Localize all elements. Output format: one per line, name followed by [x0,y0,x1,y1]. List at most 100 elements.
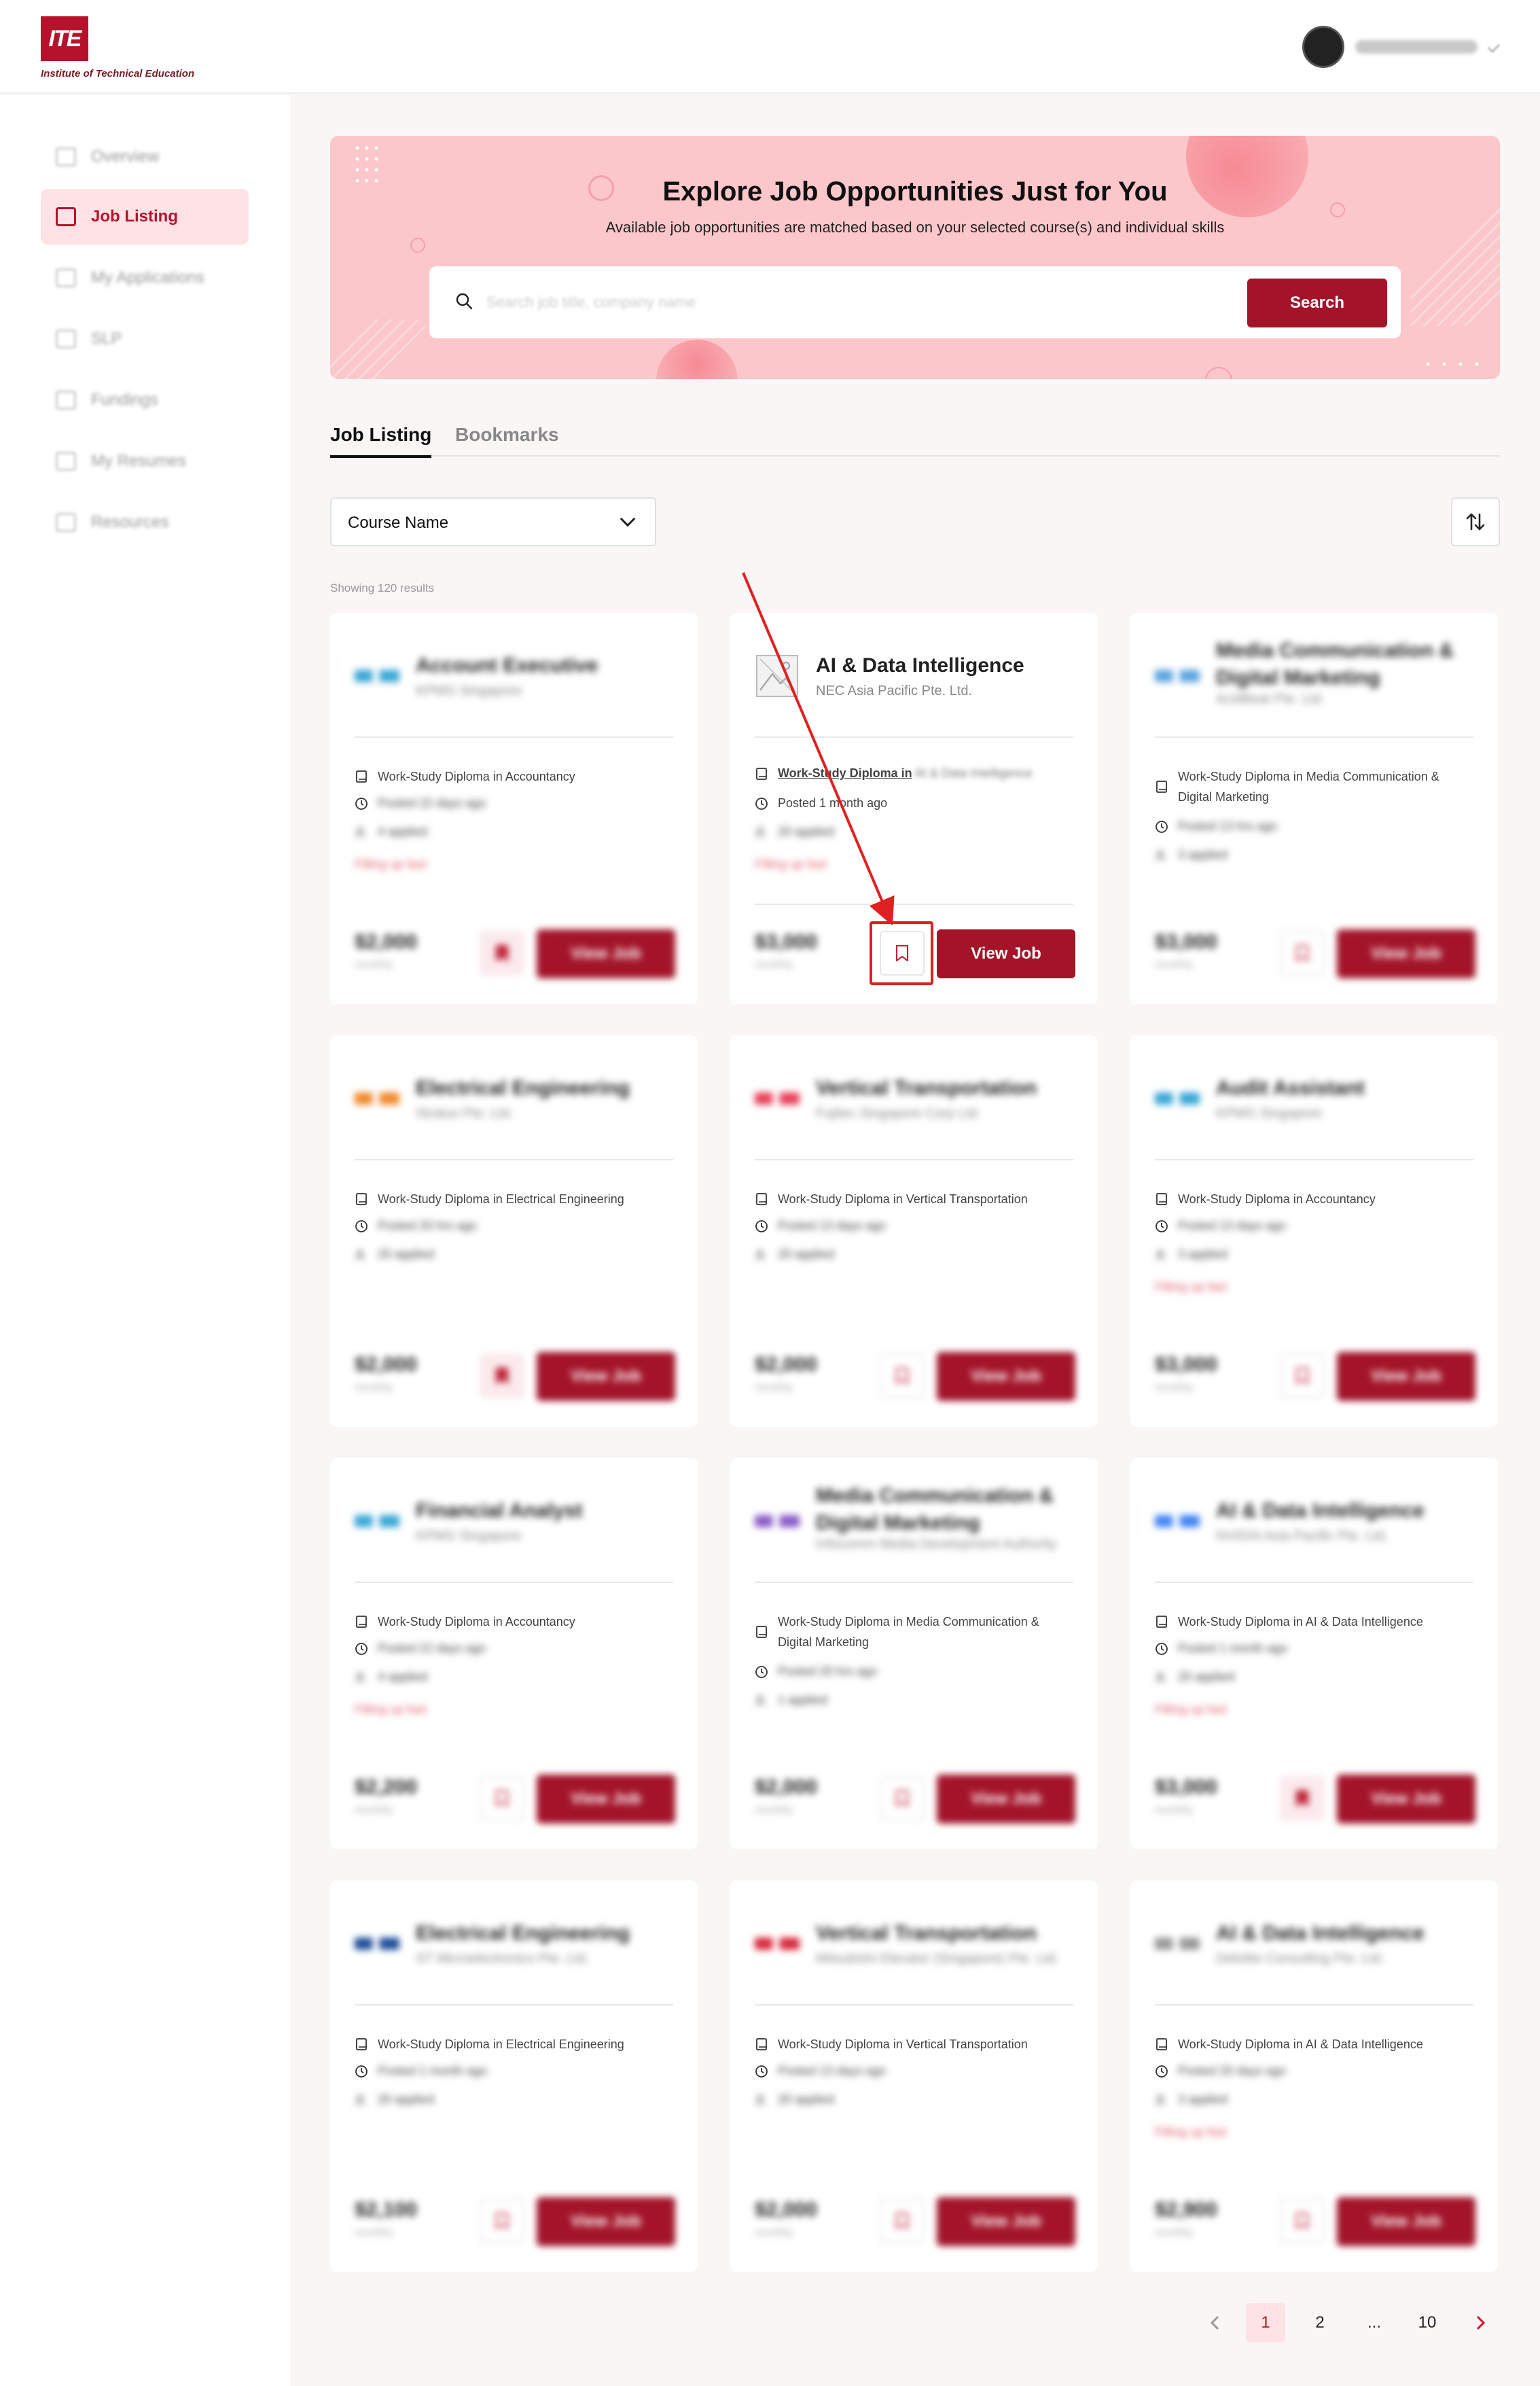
bookmark-button[interactable] [480,1353,524,1398]
job-card[interactable]: Account Executive KPMG Singapore Work-St… [330,613,698,1004]
sort-button[interactable] [1451,497,1500,546]
job-card[interactable]: AI & Data Intelligence Deloitte Consulti… [1130,1881,1498,2272]
applied-row: 20 applied [355,2093,434,2107]
job-title[interactable]: AI & Data Intelligence [816,652,1081,679]
clock-icon [1156,1219,1168,1232]
next-page-button[interactable] [1461,2303,1500,2343]
view-job-button[interactable]: View Job [937,929,1075,978]
job-card[interactable]: Electrical Engineering Stratus Pte. Ltd.… [330,1035,698,1427]
course-row: Work-Study Diploma in Accountancy [355,1612,663,1632]
bookmark-icon [1295,944,1309,962]
job-title[interactable]: AI & Data Intelligence [1216,1920,1481,1947]
view-job-button[interactable]: View Job [1337,929,1475,978]
page-1-button[interactable]: 1 [1246,2303,1285,2343]
job-title[interactable]: Financial Analyst [416,1497,681,1525]
bookmark-button[interactable] [1280,931,1325,976]
sidebar-item-fundings[interactable]: Fundings [41,372,249,428]
view-job-button[interactable]: View Job [537,2197,675,2246]
salary: $2,000 [355,1353,417,1376]
job-title[interactable]: Audit Assistant [1216,1075,1481,1102]
bookmark-button[interactable] [880,2198,925,2243]
job-title[interactable]: Vertical Transportation [816,1920,1081,1947]
search-button[interactable]: Search [1247,279,1387,327]
bookmark-button[interactable] [480,1776,524,1821]
company-logo [355,1515,399,1527]
view-job-button[interactable]: View Job [537,1352,675,1401]
bookmark-button[interactable] [880,1776,925,1821]
view-job-button[interactable]: View Job [1337,2197,1475,2246]
job-card[interactable]: Vertical Transportation Fujitec Singapor… [730,1035,1098,1427]
tab-bookmarks[interactable]: Bookmarks [455,424,559,455]
applied-count: 20 applied [778,2093,835,2106]
job-card[interactable]: Financial Analyst KPMG Singapore Work-St… [330,1458,698,1849]
posted-row: Posted 13 hrs ago [1155,819,1277,834]
card-divider [755,736,1073,738]
job-card[interactable]: Vertical Transportation Mitsubishi Eleva… [730,1881,1098,2272]
posted-time: Posted 13 days ago [778,2064,887,2078]
resume-icon [56,452,76,471]
job-title[interactable]: Electrical Engineering [416,1920,681,1947]
view-job-button[interactable]: View Job [537,929,675,978]
bookmark-button[interactable] [480,2198,524,2243]
sidebar-item-my-resumes[interactable]: My Resumes [41,433,249,489]
bookmark-button[interactable] [1280,1353,1325,1398]
search-input[interactable] [486,285,1166,319]
bookmark-button[interactable] [1280,2198,1325,2243]
sidebar-item-job-listing[interactable]: Job Listing [41,189,249,245]
ite-logo[interactable]: ITE Institute of Technical Education [39,15,243,83]
view-job-button[interactable]: View Job [937,2197,1075,2246]
prev-page-button[interactable] [1196,2303,1235,2343]
applicants-icon [755,1695,765,1705]
posted-row: Posted 1 month ago [755,796,887,811]
job-title[interactable]: Media Communication & Digital Marketing [1216,637,1481,692]
sidebar-item-slp[interactable]: SLP [41,311,249,367]
sidebar-item-resources[interactable]: Resources [41,495,249,550]
sidebar-item-overview[interactable]: Overview [41,129,249,185]
job-card[interactable]: Media Communication & Digital Marketing … [1130,613,1498,1004]
card-divider [355,1159,673,1160]
company-logo [1155,1515,1200,1527]
chevron-left-icon [1210,2315,1219,2330]
view-job-button[interactable]: View Job [537,1775,675,1823]
salary-unit: monthly [1155,1382,1194,1393]
sidebar-item-my-applications[interactable]: My Applications [41,250,249,306]
job-title[interactable]: Electrical Engineering [416,1075,681,1102]
course-book-icon [756,1193,767,1205]
course-book-icon [356,1193,367,1205]
course-book-icon [356,2038,367,2050]
page-2-button[interactable]: 2 [1300,2303,1340,2343]
job-card[interactable]: Audit Assistant KPMG Singapore Work-Stud… [1130,1035,1498,1427]
posted-row: Posted 22 days ago [355,796,486,811]
chevron-right-icon [1476,2315,1486,2330]
job-title[interactable]: AI & Data Intelligence [1216,1497,1481,1525]
course-row: Work-Study Diploma in AI & Data Intellig… [1155,1612,1463,1632]
page-10-button[interactable]: 10 [1408,2303,1447,2343]
view-job-button[interactable]: View Job [1337,1775,1475,1823]
hiring-status: Filling up fast [1155,1703,1228,1716]
view-job-button[interactable]: View Job [937,1775,1075,1823]
bookmark-button[interactable] [1280,1776,1325,1821]
course-name-dropdown[interactable]: Course Name [330,497,656,546]
job-card[interactable]: AI & Data Intelligence NVIDIA Asia Pacif… [1130,1458,1498,1849]
company-logo [1155,670,1200,682]
chevron-down-icon[interactable] [1487,40,1501,54]
posted-row: Posted 20 days ago [1155,2064,1286,2078]
user-menu[interactable] [1302,24,1501,69]
course-book-icon [356,770,367,783]
sidebar-item-label: SLP [91,330,122,348]
tab-job-listing[interactable]: Job Listing [330,424,432,458]
view-job-button[interactable]: View Job [1337,1352,1475,1401]
posted-time: Posted 1 month ago [378,2064,488,2078]
view-job-button[interactable]: View Job [937,1352,1075,1401]
job-title[interactable]: Vertical Transportation [816,1075,1081,1102]
job-card[interactable]: Media Communication & Digital Marketing … [730,1458,1098,1849]
bookmark-button[interactable] [480,931,524,976]
company-logo [355,1938,399,1950]
company-name: KPMG Singapore [1216,1106,1322,1121]
posted-row: Posted 1 month ago [1155,1641,1287,1656]
job-title[interactable]: Media Communication & Digital Marketing [816,1482,1081,1537]
hiring-status: Filling up fast [755,857,827,871]
bookmark-button[interactable] [880,1353,925,1398]
job-title[interactable]: Account Executive [416,652,681,679]
job-card[interactable]: Electrical Engineering ST Microelectroni… [330,1881,698,2272]
